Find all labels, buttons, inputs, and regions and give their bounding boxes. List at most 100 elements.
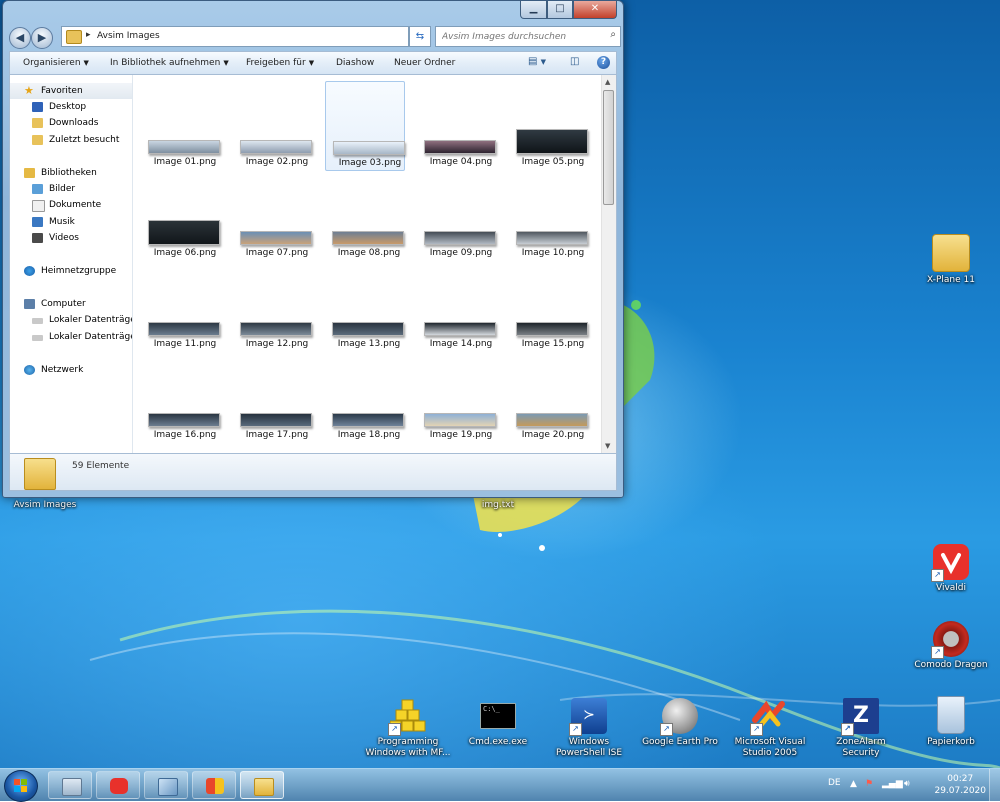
view-options-icon[interactable]: ▤ ▼ bbox=[528, 56, 546, 70]
file-item[interactable]: Image 11.png bbox=[141, 263, 221, 353]
shortcut-arrow-icon: ↗ bbox=[841, 723, 854, 736]
file-item[interactable]: Image 07.png bbox=[233, 172, 313, 262]
libraries-icon bbox=[24, 168, 35, 178]
desktop-icon-zonealarm[interactable]: Z ↗ ZoneAlarm Security bbox=[818, 698, 904, 759]
back-button[interactable]: ◀ bbox=[9, 27, 31, 49]
taskbar-explorer[interactable] bbox=[240, 771, 284, 799]
desktop-icon-label: Programming Windows with MF... bbox=[365, 737, 451, 758]
nav-item-documents[interactable]: Dokumente bbox=[10, 197, 132, 213]
explorer-window[interactable]: ▁ □ ✕ ◀ ▶ ▸ Avsim Images ⇆ ⌕ Organisiere… bbox=[2, 0, 624, 498]
nav-item-downloads[interactable]: Downloads bbox=[10, 115, 132, 131]
file-item[interactable]: Image 20.png bbox=[509, 354, 589, 444]
show-desktop-button[interactable] bbox=[989, 769, 1000, 801]
search-input[interactable] bbox=[442, 28, 602, 45]
minimize-button[interactable]: ▁ bbox=[520, 1, 547, 19]
new-folder-button[interactable]: Neuer Ordner bbox=[394, 58, 455, 68]
desktop-icon-img-txt[interactable]: img.txt bbox=[455, 500, 541, 511]
share-button[interactable]: Freigeben für ▼ bbox=[246, 58, 314, 68]
forward-button[interactable]: ▶ bbox=[31, 27, 53, 49]
slideshow-button[interactable]: Diashow bbox=[336, 58, 374, 68]
file-item[interactable]: Image 06.png bbox=[141, 172, 221, 262]
search-icon[interactable]: ⌕ bbox=[610, 29, 616, 40]
show-hidden-icons-icon[interactable]: ▲ bbox=[850, 779, 857, 789]
language-indicator[interactable]: DE bbox=[828, 778, 841, 788]
scroll-up-icon[interactable]: ▲ bbox=[605, 78, 610, 86]
desktop-icon-programming-windows[interactable]: ↗ Programming Windows with MF... bbox=[365, 698, 451, 759]
network-signal-icon[interactable]: ▂▄▆ bbox=[882, 779, 903, 789]
file-item[interactable]: Image 14.png bbox=[417, 263, 497, 353]
file-item[interactable]: Image 10.png bbox=[509, 172, 589, 262]
network-icon bbox=[24, 365, 35, 375]
file-item[interactable]: Image 02.png bbox=[233, 81, 313, 171]
file-item[interactable]: Image 18.png bbox=[325, 354, 405, 444]
nav-item-label: Favoriten bbox=[41, 86, 83, 96]
desktop-icon-vivaldi[interactable]: ↗ Vivaldi bbox=[908, 544, 994, 594]
maximize-button[interactable]: □ bbox=[547, 1, 573, 19]
file-item[interactable]: Image 13.png bbox=[325, 263, 405, 353]
taskbar-window-switcher[interactable] bbox=[144, 771, 188, 799]
taskbar-visual-studio[interactable] bbox=[192, 771, 236, 799]
breadcrumb[interactable]: Avsim Images bbox=[97, 31, 160, 41]
file-item[interactable]: Image 15.png bbox=[509, 263, 589, 353]
nav-item-local-disk-1[interactable]: Lokaler Datenträger bbox=[10, 312, 132, 328]
organize-button[interactable]: Organisieren ▼ bbox=[23, 58, 89, 68]
nav-item-videos[interactable]: Videos bbox=[10, 230, 132, 246]
file-item[interactable]: Image 05.png bbox=[509, 81, 589, 171]
file-name: Image 12.png bbox=[245, 339, 309, 349]
file-item[interactable]: Image 04.png bbox=[417, 81, 497, 171]
vivaldi-icon bbox=[110, 778, 128, 794]
scrollbar-thumb[interactable] bbox=[603, 90, 614, 205]
desktop-icon-visual-studio[interactable]: ↗ Microsoft Visual Studio 2005 bbox=[727, 698, 813, 759]
file-item[interactable]: Image 08.png bbox=[325, 172, 405, 262]
file-item[interactable]: Image 12.png bbox=[233, 263, 313, 353]
desktop-icon-google-earth[interactable]: ↗ Google Earth Pro bbox=[637, 698, 723, 748]
nav-item-network[interactable]: Netzwerk bbox=[10, 362, 132, 378]
close-button[interactable]: ✕ bbox=[573, 1, 617, 19]
file-item[interactable]: Image 16.png bbox=[141, 354, 221, 444]
file-name: Image 13.png bbox=[337, 339, 401, 349]
preview-pane-icon[interactable]: ◫ bbox=[570, 56, 579, 70]
image-thumbnail bbox=[148, 220, 220, 245]
desktop-icon-cmd[interactable]: C:\_ Cmd.exe.exe bbox=[455, 698, 541, 748]
command-bar: Organisieren ▼ In Bibliothek aufnehmen ▼ F… bbox=[9, 51, 617, 75]
taskbar-vivaldi[interactable] bbox=[96, 771, 140, 799]
help-icon[interactable]: ? bbox=[597, 56, 610, 69]
file-item[interactable]: Image 19.png bbox=[417, 354, 497, 444]
nav-item-libraries[interactable]: Bibliotheken bbox=[10, 165, 132, 181]
address-bar[interactable]: ▸ Avsim Images bbox=[61, 26, 409, 47]
file-item[interactable]: Image 09.png bbox=[417, 172, 497, 262]
vertical-scrollbar[interactable]: ▲ ▼ bbox=[601, 75, 616, 453]
image-thumbnail bbox=[516, 413, 588, 427]
scroll-down-icon[interactable]: ▼ bbox=[605, 442, 610, 450]
include-library-button[interactable]: In Bibliothek aufnehmen ▼ bbox=[110, 58, 229, 68]
file-item[interactable]: Image 17.png bbox=[233, 354, 313, 444]
file-item[interactable]: Image 03.png bbox=[325, 81, 405, 171]
shortcut-arrow-icon: ↗ bbox=[569, 723, 582, 736]
nav-item-local-disk-2[interactable]: Lokaler Datenträger bbox=[10, 329, 132, 345]
desktop-icon-recycle-bin[interactable]: Papierkorb bbox=[908, 696, 994, 748]
nav-item-favorites[interactable]: ★ Favoriten bbox=[10, 83, 132, 99]
desktop-icon-label: Avsim Images bbox=[13, 500, 77, 510]
file-item[interactable]: Image 01.png bbox=[141, 81, 221, 171]
taskbar-calculator[interactable] bbox=[48, 771, 92, 799]
desktop-icon-powershell[interactable]: ≻ ↗ Windows PowerShell ISE bbox=[546, 698, 632, 759]
action-center-flag-icon[interactable]: ⚑ bbox=[865, 779, 873, 789]
file-name: Image 06.png bbox=[153, 248, 217, 258]
volume-icon[interactable]: 🔊︎ bbox=[904, 779, 910, 789]
nav-item-homegroup[interactable]: Heimnetzgruppe bbox=[10, 263, 132, 279]
clock[interactable]: 00:27 29.07.2020 bbox=[934, 773, 986, 797]
start-button[interactable] bbox=[4, 770, 38, 802]
nav-item-music[interactable]: Musik bbox=[10, 214, 132, 230]
music-icon bbox=[32, 217, 43, 227]
breadcrumb-chevron-icon[interactable]: ▸ bbox=[86, 30, 91, 40]
nav-item-recent[interactable]: Zuletzt besucht bbox=[10, 132, 132, 148]
refresh-button[interactable]: ⇆ bbox=[409, 26, 431, 47]
nav-item-computer[interactable]: Computer bbox=[10, 296, 132, 312]
desktop-icon-comodo[interactable]: ↗ Comodo Dragon bbox=[908, 621, 994, 671]
nav-item-pictures[interactable]: Bilder bbox=[10, 181, 132, 197]
image-thumbnail bbox=[240, 140, 312, 154]
desktop-icon-xplane[interactable]: X-Plane 11 bbox=[908, 234, 994, 286]
desktop-icon-avsim-images[interactable]: Avsim Images bbox=[2, 500, 88, 511]
nav-item-desktop[interactable]: Desktop bbox=[10, 99, 132, 115]
search-box[interactable]: ⌕ bbox=[435, 26, 621, 47]
